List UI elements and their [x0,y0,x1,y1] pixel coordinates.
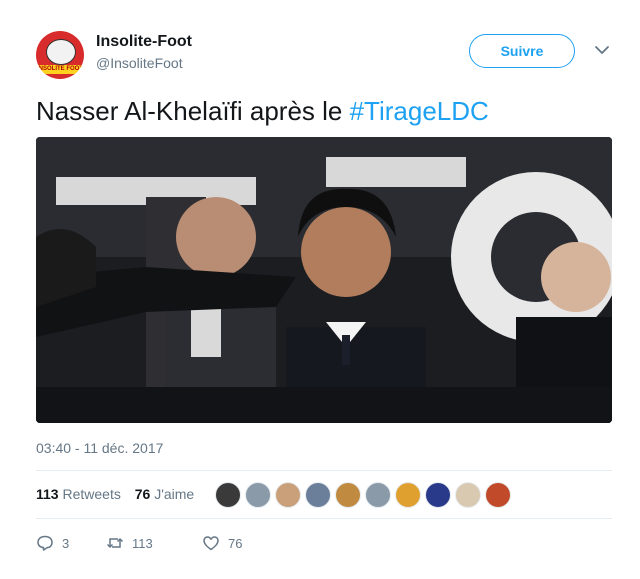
tweet-photo[interactable] [36,137,612,423]
avatar-text: INSOLITE FOOT [36,65,84,74]
likes-count[interactable]: 76 [135,486,151,502]
reply-icon [37,535,53,551]
chevron-down-icon[interactable] [594,44,610,56]
liker-avatar[interactable] [485,482,511,508]
retweet-icon [106,537,124,549]
tweet-body: Nasser Al-Khelaïfi après le [36,96,350,126]
liker-avatar[interactable] [425,482,451,508]
reply-button[interactable]: 3 [36,534,69,552]
liker-avatars [215,482,511,508]
photo-image [36,137,612,423]
liker-avatar[interactable] [335,482,361,508]
like-button[interactable]: 76 [202,534,242,552]
liker-avatar[interactable] [455,482,481,508]
retweet-count: 113 [132,535,153,551]
tweet-text: Nasser Al-Khelaïfi après le #TirageLDC [36,96,489,127]
author-name[interactable]: Insolite-Foot [96,33,192,51]
retweets-label[interactable]: Retweets [62,486,120,502]
hashtag-link[interactable]: #TirageLDC [350,96,489,126]
author-avatar[interactable]: INSOLITE FOOT [36,31,84,79]
liker-avatar[interactable] [395,482,421,508]
like-count: 76 [228,535,243,551]
reply-count: 3 [62,535,70,551]
likes-label[interactable]: J'aime [154,486,194,502]
liker-avatar[interactable] [215,482,241,508]
author-handle[interactable]: @InsoliteFoot [96,55,183,71]
heart-icon [203,536,219,551]
tweet-stats: 113 Retweets 76 J'aime [36,486,194,502]
liker-avatar[interactable] [365,482,391,508]
divider-bottom [36,518,612,519]
retweets-count[interactable]: 113 [36,486,59,502]
troll-face-icon [46,39,76,65]
liker-avatar[interactable] [275,482,301,508]
follow-button[interactable]: Suivre [469,34,575,68]
retweet-button[interactable]: 113 [106,534,153,552]
liker-avatar[interactable] [245,482,271,508]
divider-top [36,470,612,471]
liker-avatar[interactable] [305,482,331,508]
tweet-timestamp[interactable]: 03:40 - 11 déc. 2017 [36,440,163,456]
